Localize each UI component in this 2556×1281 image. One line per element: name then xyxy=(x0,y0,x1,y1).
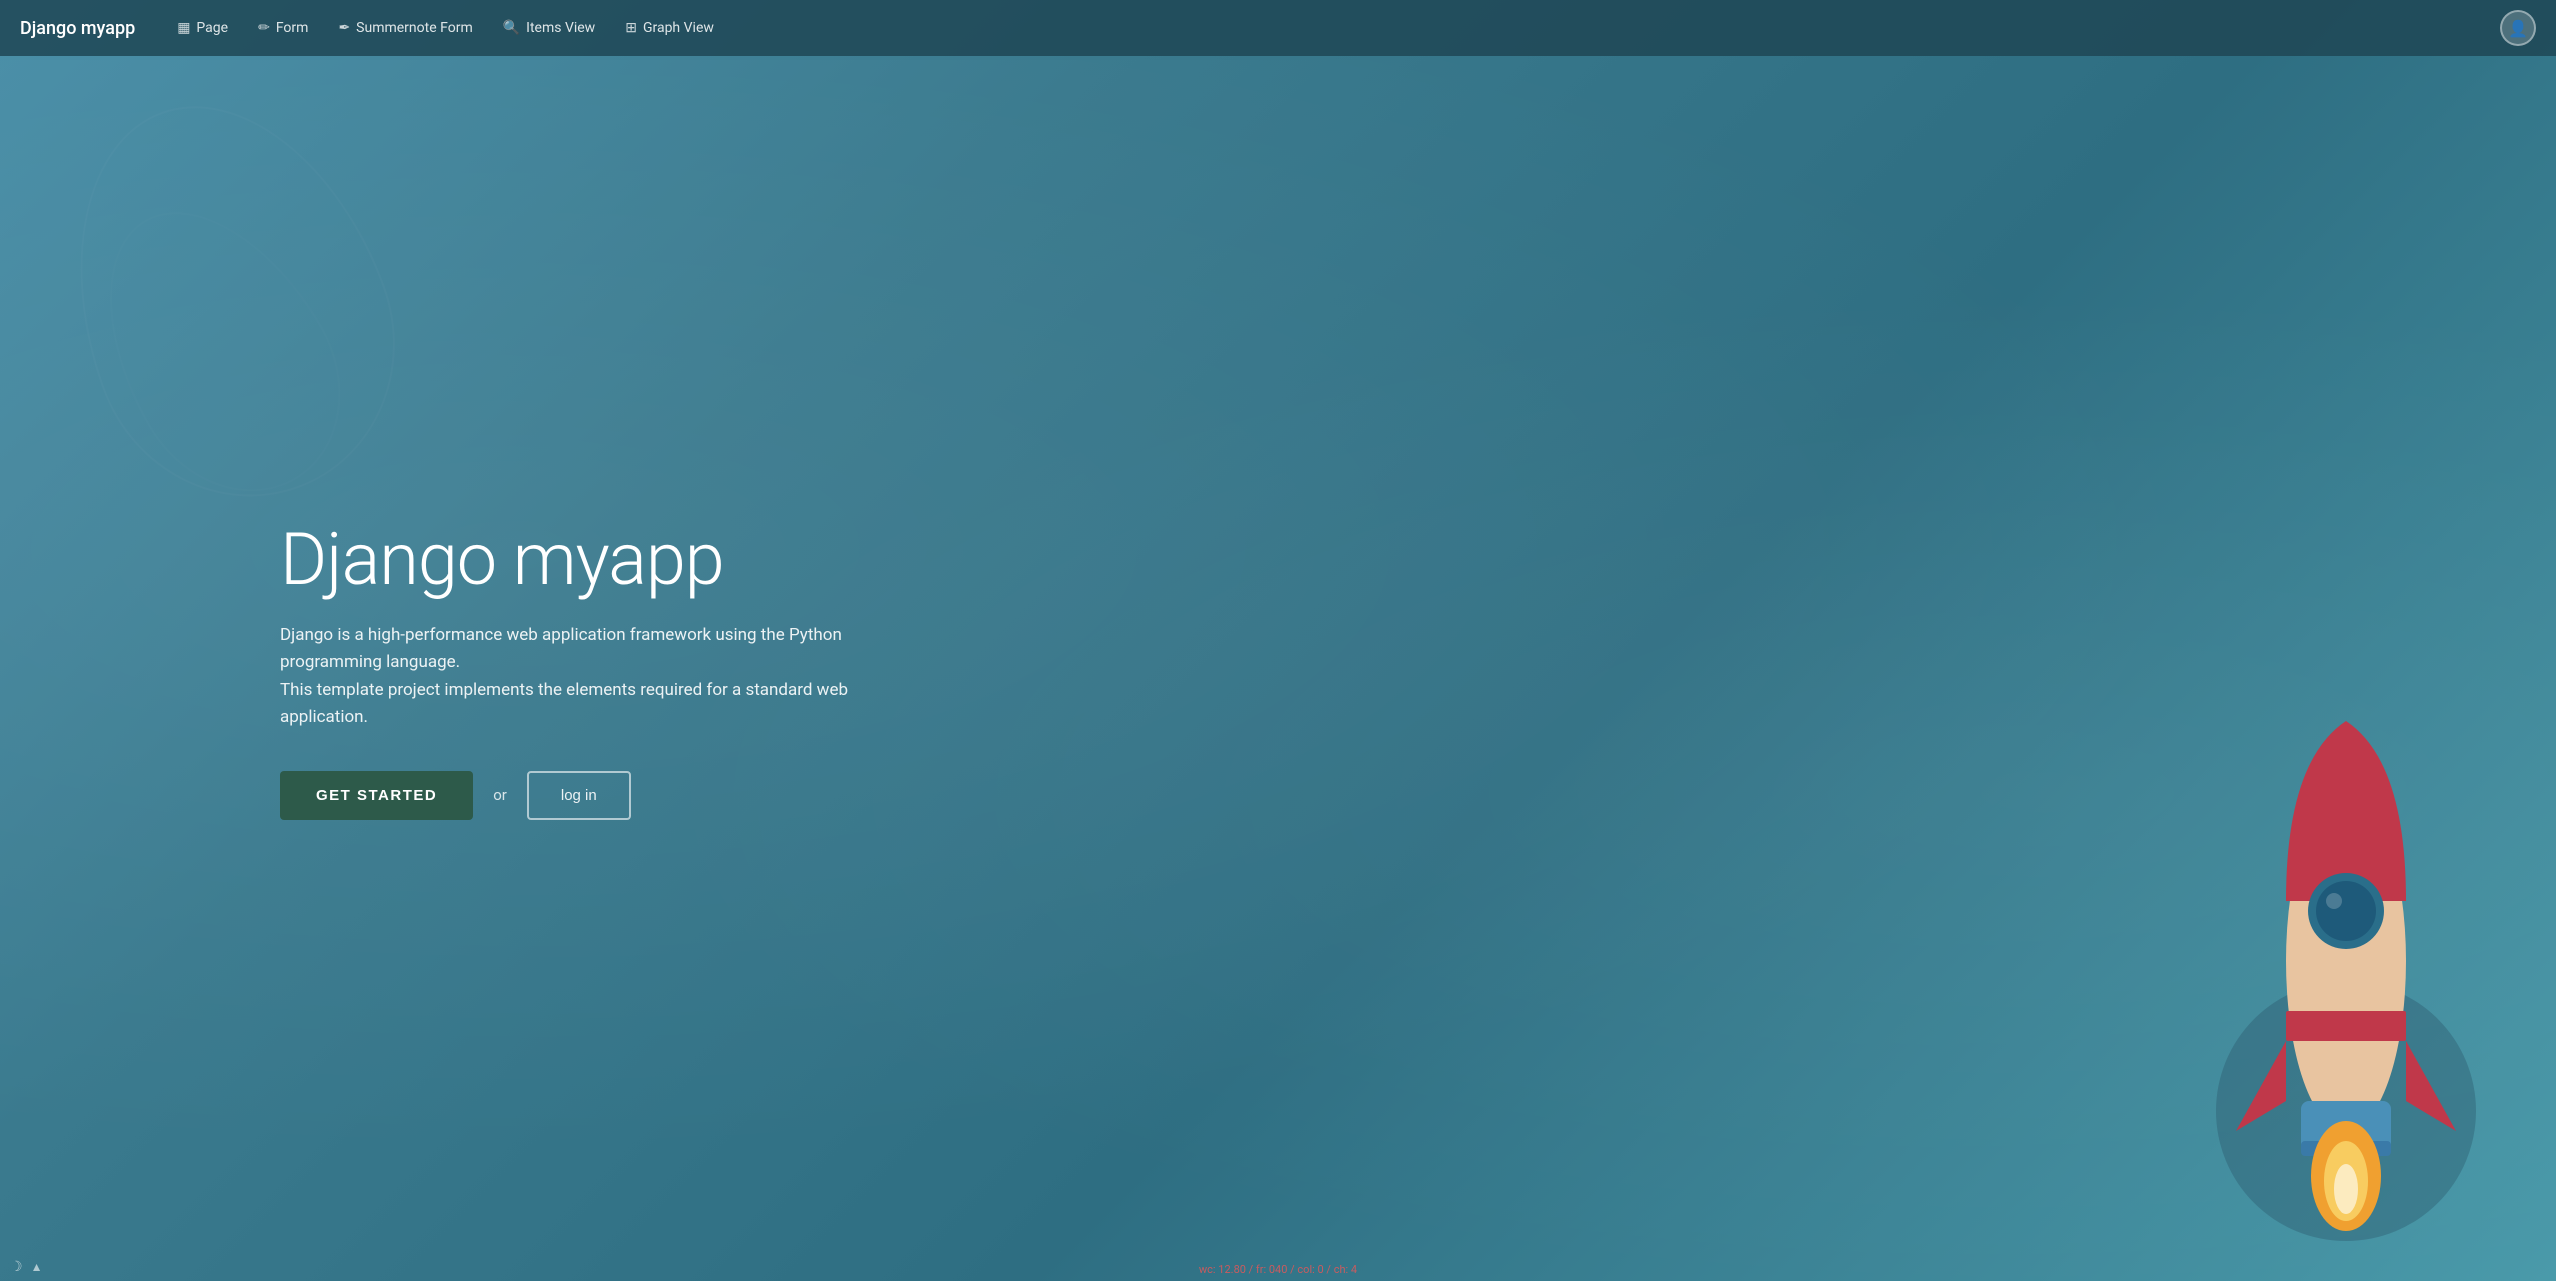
nav-link-summernote[interactable]: ✒ Summernote Form xyxy=(326,14,484,42)
user-avatar[interactable]: 👤 xyxy=(2500,10,2536,46)
status-text: wc: 12.80 / fr: 040 / col: 0 / ch: 4 xyxy=(1199,1263,1357,1276)
nav-link-items[interactable]: 🔍 Items View xyxy=(491,14,608,42)
rocket-illustration xyxy=(2176,681,2496,1281)
nav-brand[interactable]: Django myapp xyxy=(20,18,135,39)
items-icon: 🔍 xyxy=(503,20,520,36)
page-icon: ▦ xyxy=(177,20,190,36)
nav-link-form[interactable]: ✏ Form xyxy=(246,14,320,42)
nav-link-page[interactable]: ▦ Page xyxy=(165,14,240,42)
nav-links: ▦ Page ✏ Form ✒ Summernote Form 🔍 Items … xyxy=(165,14,2500,42)
nav-link-graph[interactable]: ⊞ Graph View xyxy=(613,14,726,42)
hero-actions: GET STARTED or log in xyxy=(280,771,631,820)
login-button[interactable]: log in xyxy=(527,771,631,820)
nav-link-graph-label: Graph View xyxy=(643,20,714,36)
rocket-svg xyxy=(2206,701,2486,1261)
hero-title: Django myapp xyxy=(280,517,724,602)
hero-desc-line2: This template project implements the ele… xyxy=(280,680,848,727)
or-label: or xyxy=(493,786,507,804)
graph-icon: ⊞ xyxy=(625,20,637,36)
nav-link-summernote-label: Summernote Form xyxy=(356,20,473,36)
get-started-button[interactable]: GET STARTED xyxy=(280,771,473,820)
hero-description: Django is a high-performance web applica… xyxy=(280,622,880,731)
hero-desc-line1: Django is a high-performance web applica… xyxy=(280,625,842,672)
hero-section: Django myapp Django is a high-performanc… xyxy=(0,56,2556,1281)
avatar-icon: 👤 xyxy=(2508,19,2528,38)
nav-link-page-label: Page xyxy=(196,20,228,36)
summernote-icon: ✒ xyxy=(338,20,350,36)
form-icon: ✏ xyxy=(258,20,270,36)
navbar: Django myapp ▦ Page ✏ Form ✒ Summernote … xyxy=(0,0,2556,56)
status-bar: wc: 12.80 / fr: 040 / col: 0 / ch: 4 xyxy=(0,1257,2556,1281)
nav-link-items-label: Items View xyxy=(526,20,595,36)
nav-link-form-label: Form xyxy=(276,20,309,36)
